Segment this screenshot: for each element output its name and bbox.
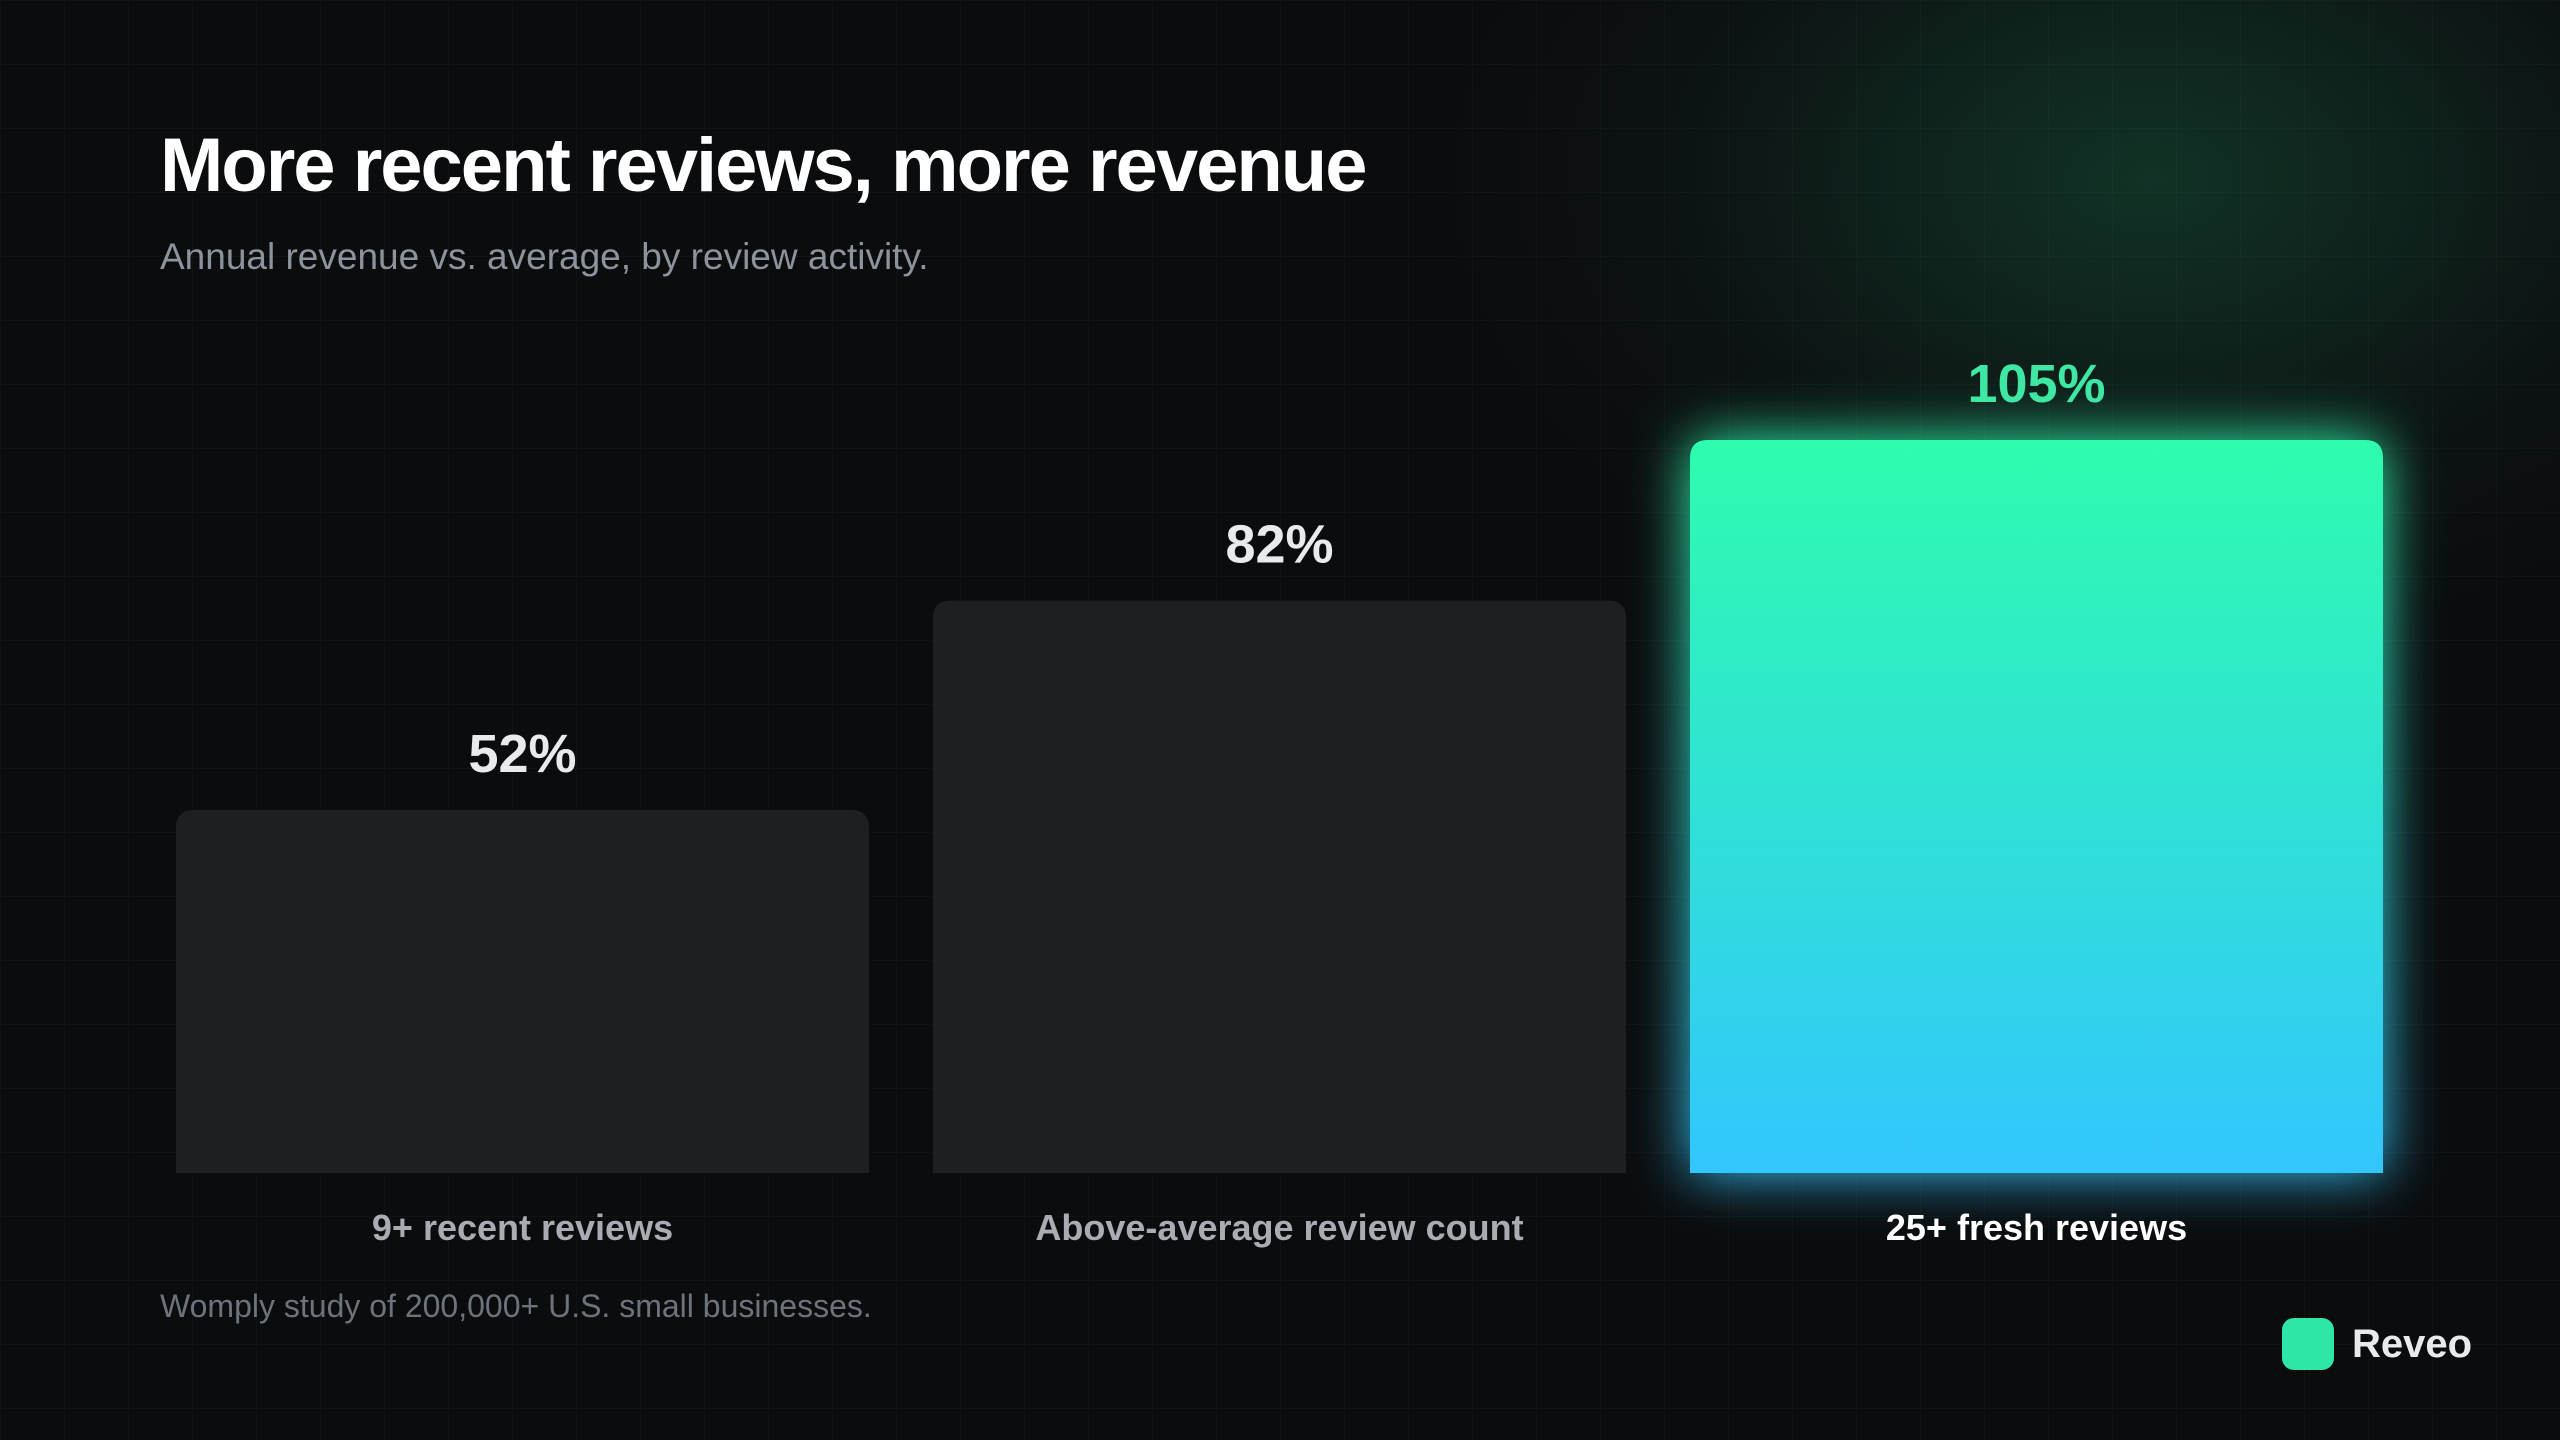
brand-logo: Reveo xyxy=(2281,1318,2472,1370)
bar-value-label-3: 105% xyxy=(1967,354,2105,414)
brand-mark-icon xyxy=(2281,1318,2334,1370)
bar-value-label-2: 82% xyxy=(1225,515,1333,575)
category-label-1: 9+ recent reviews xyxy=(372,1207,673,1248)
category-label-2: Above-average review count xyxy=(1035,1207,1523,1248)
source-footnote: Womply study of 200,000+ U.S. small busi… xyxy=(160,1288,872,1324)
bar-value-label-1: 52% xyxy=(468,724,576,784)
bar-2 xyxy=(933,600,1626,1173)
category-label-3: 25+ fresh reviews xyxy=(1886,1207,2187,1248)
brand-name: Reveo xyxy=(2351,1321,2472,1366)
bar-chart: 52% 9+ recent reviews 82% Above-average rev… xyxy=(176,354,2383,1248)
bar-3 xyxy=(1690,440,2383,1173)
bar-1 xyxy=(176,809,869,1173)
